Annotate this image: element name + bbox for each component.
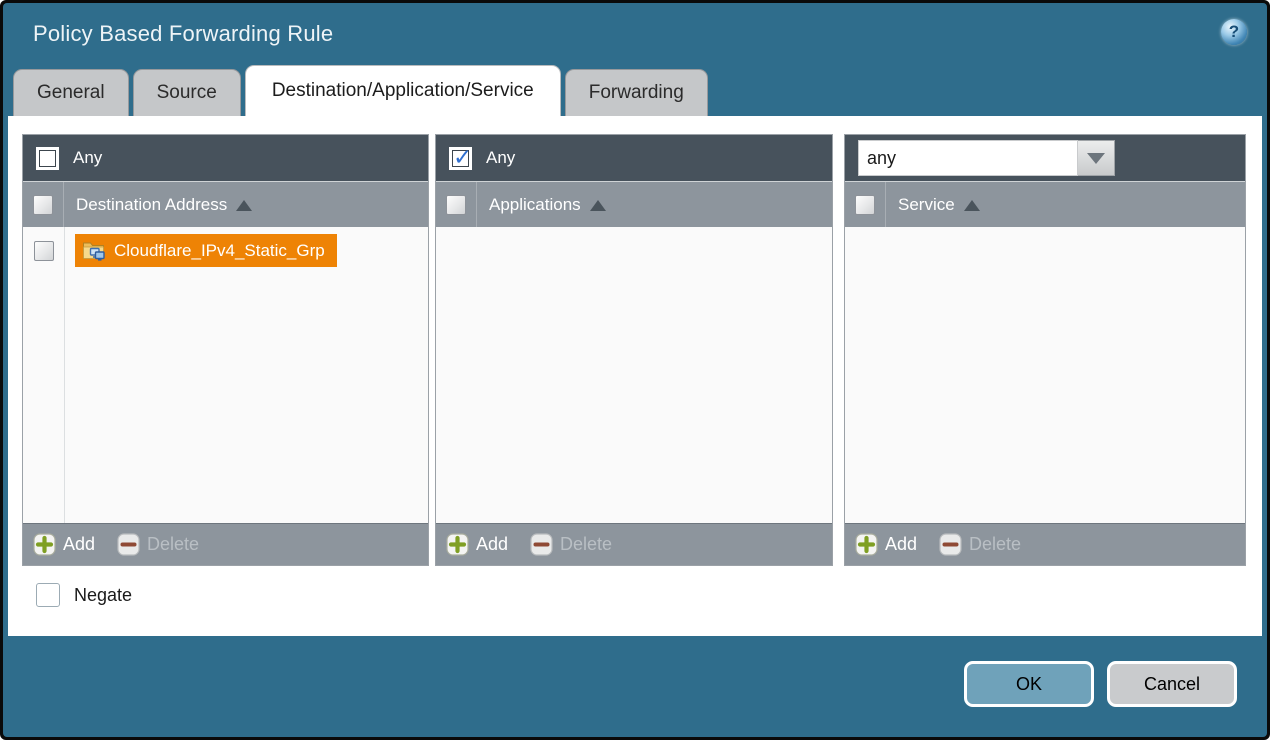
applications-select-all-cell bbox=[436, 182, 477, 227]
add-plus-icon bbox=[446, 533, 469, 556]
destination-select-all-checkbox[interactable] bbox=[33, 195, 53, 215]
service-column-header: Service bbox=[845, 182, 1245, 227]
negate-checkbox[interactable] bbox=[36, 583, 60, 607]
cancel-button[interactable]: Cancel bbox=[1107, 661, 1237, 707]
help-icon[interactable]: ? bbox=[1221, 19, 1247, 45]
dialog-title: Policy Based Forwarding Rule bbox=[33, 21, 333, 47]
applications-column-header: Applications bbox=[436, 182, 832, 227]
table-row: Cloudflare_IPv4_Static_Grp bbox=[23, 227, 428, 267]
title-bar: Policy Based Forwarding Rule ? bbox=[3, 3, 1267, 65]
destination-delete-button[interactable]: Delete bbox=[117, 533, 199, 556]
sort-asc-icon bbox=[590, 200, 606, 211]
destination-sort-header[interactable]: Destination Address bbox=[76, 195, 252, 215]
service-select-all-cell bbox=[845, 182, 886, 227]
delete-minus-icon bbox=[939, 533, 962, 556]
row-checkbox-cell bbox=[23, 241, 64, 261]
service-header-label: Service bbox=[898, 195, 955, 215]
applications-any-bar: Any bbox=[436, 135, 832, 182]
service-dropdown-input[interactable] bbox=[858, 140, 1078, 176]
tab-content: Any Destination Address bbox=[8, 116, 1262, 636]
destination-list: Cloudflare_IPv4_Static_Grp bbox=[23, 227, 428, 523]
tab-destination-application-service[interactable]: Destination/Application/Service bbox=[245, 65, 561, 116]
policy-based-forwarding-dialog: Policy Based Forwarding Rule ? General S… bbox=[3, 3, 1267, 737]
delete-minus-icon bbox=[530, 533, 553, 556]
tab-bar: General Source Destination/Application/S… bbox=[3, 65, 1267, 116]
add-label: Add bbox=[885, 534, 917, 555]
delete-label: Delete bbox=[560, 534, 612, 555]
service-sort-header[interactable]: Service bbox=[898, 195, 980, 215]
negate-label: Negate bbox=[74, 585, 132, 606]
address-group-icon bbox=[82, 240, 106, 261]
delete-label: Delete bbox=[147, 534, 199, 555]
dialog-frame: Policy Based Forwarding Rule ? General S… bbox=[0, 0, 1270, 740]
tab-forwarding[interactable]: Forwarding bbox=[565, 69, 708, 116]
destination-address-label: Cloudflare_IPv4_Static_Grp bbox=[114, 241, 325, 261]
destination-column-header: Destination Address bbox=[23, 182, 428, 227]
service-select-all-checkbox[interactable] bbox=[855, 195, 875, 215]
service-dropdown-button[interactable] bbox=[1078, 140, 1115, 176]
columns-container: Any Destination Address bbox=[22, 134, 1246, 566]
applications-header-label: Applications bbox=[489, 195, 581, 215]
destination-add-button[interactable]: Add bbox=[33, 533, 95, 556]
service-list bbox=[845, 227, 1245, 523]
applications-delete-button[interactable]: Delete bbox=[530, 533, 612, 556]
sort-asc-icon bbox=[964, 200, 980, 211]
row-checkbox[interactable] bbox=[34, 241, 54, 261]
destination-any-label: Any bbox=[73, 148, 102, 168]
applications-any-label: Any bbox=[486, 148, 515, 168]
destination-select-all-cell bbox=[23, 182, 64, 227]
destination-address-item[interactable]: Cloudflare_IPv4_Static_Grp bbox=[75, 234, 337, 267]
applications-footer: Add Delete bbox=[436, 523, 832, 565]
destination-address-panel: Any Destination Address bbox=[22, 134, 429, 566]
applications-sort-header[interactable]: Applications bbox=[489, 195, 606, 215]
destination-header-label: Destination Address bbox=[76, 195, 227, 215]
sort-asc-icon bbox=[236, 200, 252, 211]
applications-any-checkbox[interactable] bbox=[452, 150, 469, 167]
service-add-button[interactable]: Add bbox=[855, 533, 917, 556]
destination-any-checkbox[interactable] bbox=[39, 150, 56, 167]
tab-general[interactable]: General bbox=[13, 69, 129, 116]
dialog-button-bar: OK Cancel bbox=[3, 636, 1267, 737]
service-dropdown-bar bbox=[845, 135, 1245, 182]
destination-any-bar: Any bbox=[23, 135, 428, 182]
service-footer: Add Delete bbox=[845, 523, 1245, 565]
ok-button[interactable]: OK bbox=[964, 661, 1094, 707]
service-dropdown bbox=[858, 140, 1115, 176]
service-panel: Service Add bbox=[844, 134, 1246, 566]
applications-panel: Any Applications bbox=[435, 134, 833, 566]
add-label: Add bbox=[63, 534, 95, 555]
applications-select-all-checkbox[interactable] bbox=[446, 195, 466, 215]
delete-minus-icon bbox=[117, 533, 140, 556]
chevron-down-icon bbox=[1087, 153, 1105, 164]
applications-list bbox=[436, 227, 832, 523]
add-plus-icon bbox=[33, 533, 56, 556]
negate-row: Negate bbox=[36, 583, 1246, 607]
delete-label: Delete bbox=[969, 534, 1021, 555]
tab-source[interactable]: Source bbox=[133, 69, 241, 116]
service-delete-button[interactable]: Delete bbox=[939, 533, 1021, 556]
destination-footer: Add Delete bbox=[23, 523, 428, 565]
applications-add-button[interactable]: Add bbox=[446, 533, 508, 556]
add-label: Add bbox=[476, 534, 508, 555]
add-plus-icon bbox=[855, 533, 878, 556]
